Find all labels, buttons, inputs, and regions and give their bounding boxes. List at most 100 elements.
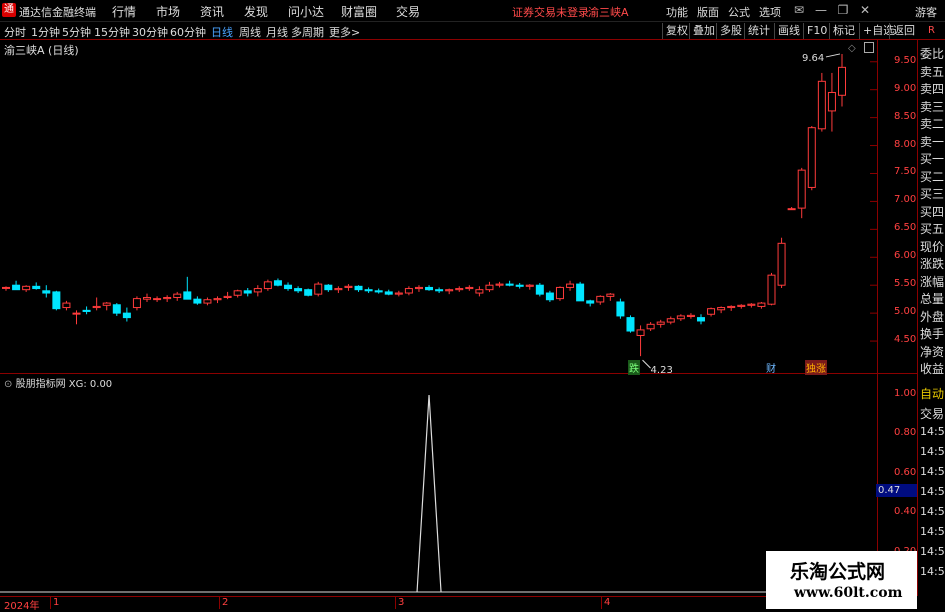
candle-body bbox=[52, 291, 61, 310]
menu-right-item-2[interactable]: 公式 bbox=[728, 4, 750, 20]
candle-body bbox=[817, 80, 826, 130]
candle-body bbox=[636, 329, 645, 336]
candle-body bbox=[545, 292, 554, 301]
y-tick-label: 8.50 bbox=[894, 110, 917, 122]
candle-body bbox=[374, 290, 383, 293]
candle-body bbox=[586, 300, 595, 304]
mail-icon[interactable]: ✉ bbox=[790, 2, 808, 18]
menu-item-6[interactable]: 交易 bbox=[396, 3, 420, 20]
candle-body bbox=[284, 284, 293, 290]
candle-body bbox=[364, 289, 373, 292]
y-tick-label: 7.00 bbox=[894, 194, 917, 206]
toolbar-button-6[interactable]: 标记 bbox=[829, 23, 858, 39]
tag-finance[interactable]: 财 bbox=[765, 360, 777, 375]
quote-label-2: 卖四 bbox=[920, 82, 945, 96]
menu-item-0[interactable]: 行情 bbox=[112, 3, 136, 20]
quote-label-10: 买五 bbox=[920, 222, 945, 236]
pane-divider[interactable] bbox=[0, 373, 917, 374]
period-tab-0[interactable]: 分时 bbox=[4, 24, 26, 40]
candle-body bbox=[485, 284, 494, 291]
menu-item-4[interactable]: 问小达 bbox=[288, 3, 324, 20]
x-axis-label-4: 4 bbox=[604, 597, 611, 608]
candle-body bbox=[696, 317, 705, 322]
quote-label-1: 卖五 bbox=[920, 64, 945, 79]
diamond-icon[interactable]: ◇ bbox=[848, 43, 856, 54]
candle-body bbox=[62, 302, 71, 309]
candle-body bbox=[606, 293, 615, 297]
candle-body bbox=[243, 290, 252, 294]
panel-toggle-icon[interactable] bbox=[864, 42, 874, 53]
menu-item-2[interactable]: 资讯 bbox=[200, 3, 224, 20]
candle-body bbox=[263, 281, 272, 290]
candle-body bbox=[233, 290, 242, 296]
menu-right-item-0[interactable]: 功能 bbox=[666, 4, 688, 20]
close-icon[interactable]: ✕ bbox=[856, 2, 874, 18]
candle-body bbox=[495, 283, 504, 286]
candle-body bbox=[707, 308, 716, 315]
trade-label-2: 14:56 bbox=[920, 425, 945, 438]
period-tab-1[interactable]: 1分钟 bbox=[31, 24, 60, 40]
minimize-icon[interactable]: — bbox=[812, 2, 830, 18]
candle-body bbox=[122, 312, 131, 319]
candle-body bbox=[656, 321, 665, 325]
menu-item-1[interactable]: 市场 bbox=[156, 3, 180, 20]
trade-label-3: 14:56 bbox=[920, 445, 945, 458]
candle-body bbox=[787, 208, 796, 211]
trade-label-5: 14:56 bbox=[920, 485, 945, 498]
toolbar-button-5[interactable]: F10 bbox=[803, 23, 830, 39]
candlestick-chart[interactable]: 9.644.23 bbox=[0, 40, 877, 374]
quote-label-3: 卖三 bbox=[920, 99, 945, 114]
indicator-spike bbox=[416, 394, 442, 593]
trade-label-1: 交易 bbox=[920, 407, 945, 421]
period-tab-9[interactable]: 多周期 bbox=[291, 24, 324, 40]
candle-body bbox=[455, 288, 464, 291]
period-tab-2[interactable]: 5分钟 bbox=[62, 24, 91, 40]
toolbar-button-3[interactable]: 统计 bbox=[744, 23, 773, 39]
candle-body bbox=[807, 127, 816, 188]
quote-label-13: 涨幅 bbox=[920, 274, 945, 289]
y-tick-label: 6.00 bbox=[894, 250, 917, 262]
candle-body bbox=[314, 283, 323, 295]
candle-body bbox=[555, 286, 564, 300]
current-stock[interactable]: 渝三峡A bbox=[588, 4, 629, 20]
toolbar-button-0[interactable]: 复权 bbox=[662, 23, 691, 39]
indicator-tick-label: 0.40 bbox=[894, 506, 917, 518]
restore-icon[interactable]: ❐ bbox=[834, 2, 852, 18]
trade-label-9: 14:56 bbox=[920, 565, 945, 578]
candle-body bbox=[92, 305, 101, 309]
period-tab-8[interactable]: 月线 bbox=[266, 24, 288, 40]
candle-body bbox=[143, 296, 152, 300]
quote-label-15: 外盘 bbox=[920, 309, 945, 324]
menu-right-item-1[interactable]: 版面 bbox=[697, 4, 719, 20]
y-tick-label: 8.00 bbox=[894, 138, 917, 150]
quote-label-17: 净资 bbox=[920, 344, 945, 359]
menu-item-3[interactable]: 发现 bbox=[244, 3, 268, 20]
period-tab-3[interactable]: 15分钟 bbox=[94, 24, 130, 40]
toolbar-button-1[interactable]: 叠加 bbox=[689, 23, 718, 39]
candle-body bbox=[82, 309, 91, 312]
tag-up[interactable]: 独涨 bbox=[805, 360, 827, 375]
period-tab-5[interactable]: 60分钟 bbox=[170, 24, 206, 40]
high-label: 9.64 bbox=[802, 53, 824, 64]
period-tab-6[interactable]: 日线 bbox=[211, 24, 233, 40]
menu-right-item-3[interactable]: 选项 bbox=[759, 4, 781, 20]
candle-body bbox=[394, 292, 403, 295]
trade-status[interactable]: 证券交易未登录 bbox=[512, 4, 589, 20]
candle-body bbox=[153, 298, 162, 301]
toolbar-button-8[interactable]: 返回 bbox=[889, 23, 918, 39]
y-tick-label: 9.50 bbox=[894, 54, 917, 66]
candle-body bbox=[576, 283, 585, 302]
period-tab-7[interactable]: 周线 bbox=[239, 24, 261, 40]
menu-item-5[interactable]: 财富圈 bbox=[341, 3, 377, 20]
candle-body bbox=[827, 91, 836, 112]
toolbar-button-4[interactable]: 画线 bbox=[774, 23, 803, 39]
tag-down[interactable]: 跌 bbox=[628, 360, 640, 375]
period-tab-10[interactable]: 更多> bbox=[329, 24, 360, 40]
indicator-chart[interactable] bbox=[0, 388, 877, 596]
quote-label-8: 买三 bbox=[920, 187, 945, 201]
toolbar-button-2[interactable]: 多股 bbox=[716, 23, 745, 39]
y-tick-label: 5.00 bbox=[894, 306, 917, 318]
period-tab-4[interactable]: 30分钟 bbox=[132, 24, 168, 40]
guest-login[interactable]: 游客 bbox=[915, 4, 937, 20]
right-panel-tab[interactable]: R bbox=[918, 22, 945, 40]
